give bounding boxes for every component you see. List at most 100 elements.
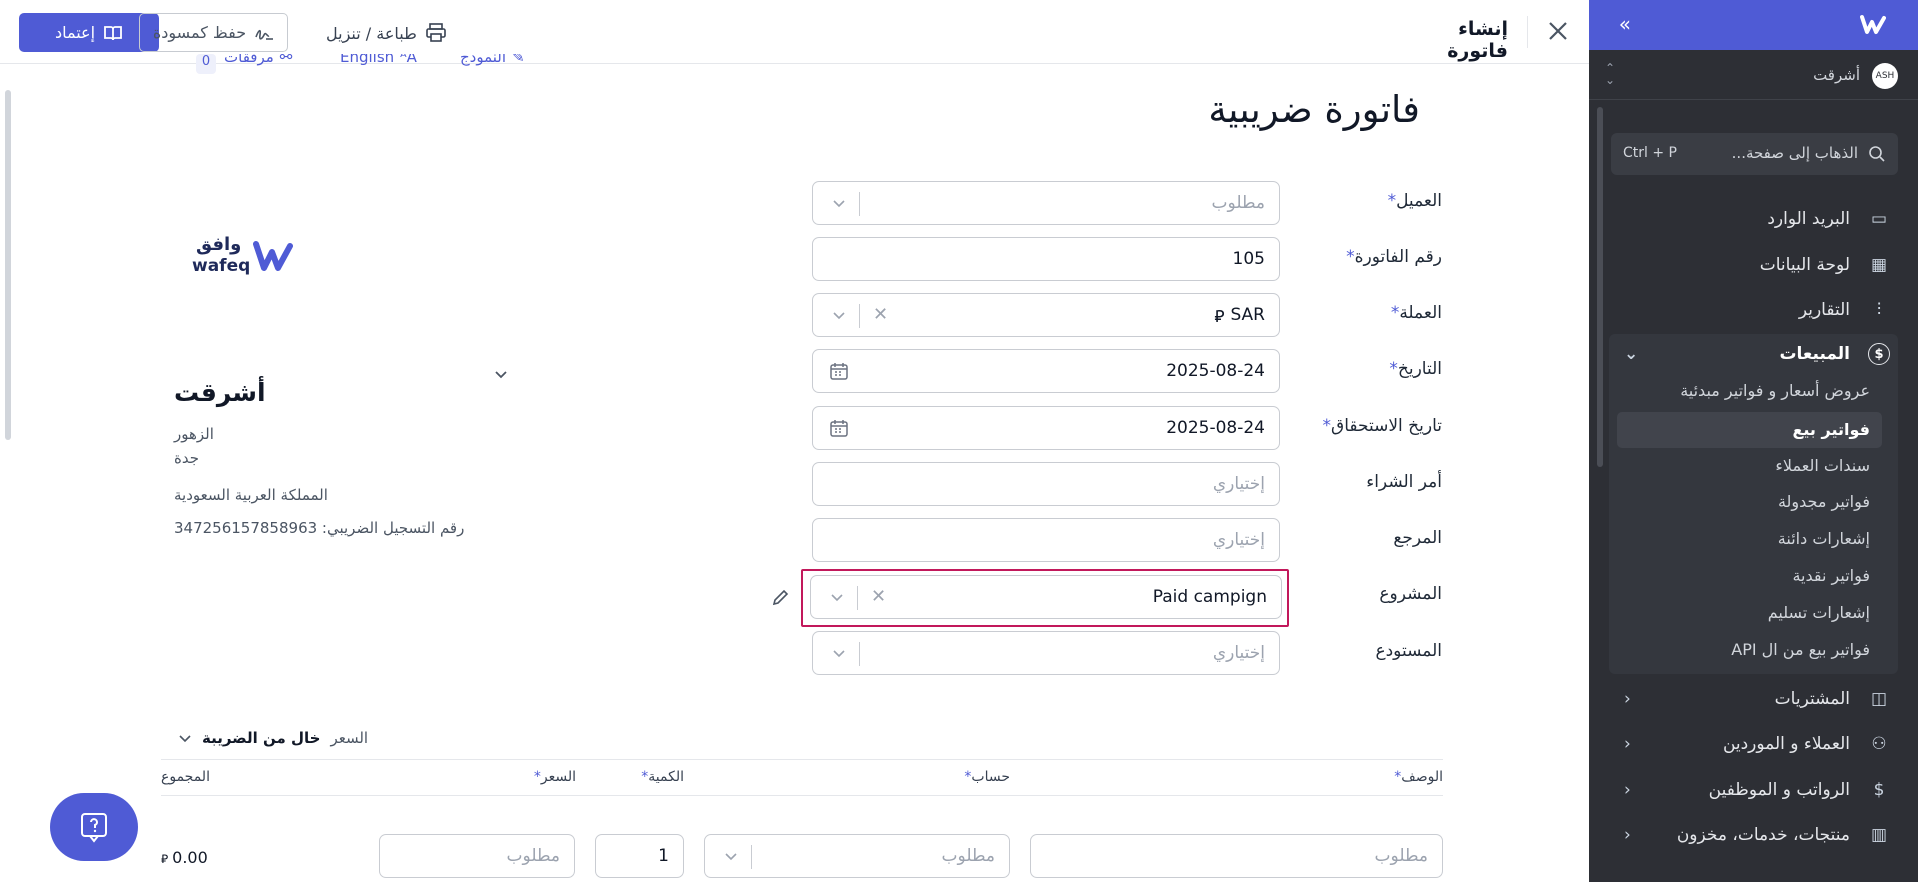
line-total: ⃁ 0.00 — [161, 848, 208, 867]
riyal-icon: ⃁ — [161, 852, 169, 866]
title-divider — [1527, 16, 1528, 48]
company-address-line2: جدة — [174, 449, 200, 467]
chevron-down-icon — [179, 735, 191, 743]
invoice-number-input[interactable]: 105 — [812, 237, 1280, 281]
paperclip-icon: ⚯ — [279, 54, 293, 66]
sidebar-item-label: المشتريات — [1774, 689, 1850, 709]
po-placeholder: إختياري — [1212, 474, 1265, 494]
invoice-number-label: رقم الفاتورة* — [1346, 247, 1442, 267]
po-input[interactable]: إختياري — [812, 462, 1280, 506]
sidebar-item-reports[interactable]: ⫶ التقارير — [1620, 290, 1890, 330]
invoice-number-label-text: رقم الفاتورة — [1354, 247, 1442, 267]
attachments-count: 0 — [196, 54, 216, 74]
logo-text-ar: وافق — [196, 234, 242, 255]
sidebar-item-label: التقارير — [1798, 300, 1850, 320]
signature-icon — [255, 29, 274, 40]
dashboard-icon: ▦ — [1870, 255, 1888, 275]
sidebar-subitem-sales-invoices[interactable]: فواتير بيع — [1792, 414, 1870, 446]
reference-label: المرجع — [1393, 528, 1442, 548]
payroll-icon: $ — [1873, 780, 1885, 800]
save-draft-button[interactable]: حفظ كمسودة — [139, 13, 288, 52]
approve-label: إعتماد — [54, 23, 96, 42]
chevron-left-icon: ‹ — [1624, 734, 1631, 754]
sidebar-item-purchases[interactable]: ◫ المشتريات ‹ — [1620, 679, 1890, 719]
reference-placeholder: إختياري — [1212, 530, 1265, 550]
quantity-header-text: الكمية — [648, 769, 684, 785]
clear-icon[interactable]: ✕ — [873, 304, 888, 325]
sidebar-item-label: لوحة البيانات — [1759, 255, 1850, 275]
chevron-down-icon — [831, 594, 843, 602]
due-date-input[interactable]: 2025-08-24 — [812, 406, 1280, 450]
currency-select[interactable]: SAR ⃁ ✕ — [812, 293, 1280, 337]
due-date-label-text: تاريخ الاستحقاق — [1331, 416, 1442, 436]
company-name: أشرقت — [174, 378, 266, 407]
scrollbar[interactable] — [1597, 107, 1603, 467]
date-input[interactable]: 2025-08-24 — [812, 349, 1280, 393]
table-header-divider — [161, 795, 1443, 796]
pencil-icon[interactable] — [770, 588, 790, 608]
select-separator — [859, 304, 860, 328]
price-tax-toggle[interactable]: السعر خال من الضريبة — [178, 729, 368, 747]
scrollbar[interactable] — [5, 90, 11, 440]
print-download-button[interactable]: طباعة / تنزيل — [326, 20, 447, 46]
col-header-description: الوصف* — [1394, 769, 1443, 785]
sidebar-item-dashboard[interactable]: ▦ لوحة البيانات — [1620, 245, 1890, 285]
wafeq-logo-icon — [1860, 15, 1886, 34]
sidebar-subitem-customer-receipts[interactable]: سندات العملاء — [1775, 450, 1870, 482]
search-box[interactable]: الذهاب إلى صفحة... Ctrl + P — [1611, 133, 1898, 175]
sidebar-item-label: الرواتب و الموظفين — [1708, 780, 1850, 800]
approve-button[interactable]: إعتماد — [19, 13, 159, 52]
page-title: إنشاء فاتورة — [1447, 18, 1508, 62]
sidebar-subitem-delivery-notes[interactable]: إشعارات تسليم — [1768, 597, 1870, 629]
warehouse-label: المستودع — [1375, 641, 1442, 661]
chart-icon: ⫶ — [1876, 300, 1882, 320]
document-title: فاتورة ضريبية — [1208, 88, 1420, 131]
clear-icon[interactable]: ✕ — [871, 586, 886, 607]
company-collapse-chevron-icon[interactable] — [492, 365, 510, 383]
chevron-left-icon: ‹ — [1624, 780, 1631, 800]
sidebar-item-contacts[interactable]: ⚇ العملاء و الموردين ‹ — [1620, 724, 1890, 764]
line-total-value: 0.00 — [172, 848, 208, 867]
sidebar-header: » — [1589, 0, 1918, 50]
sidebar: » ASH أشرقت ⌃ ⌄ الذهاب إلى صفحة... Ctrl +… — [1589, 0, 1918, 882]
description-placeholder: مطلوب — [1374, 846, 1428, 866]
collapse-sidebar-icon[interactable]: » — [1607, 12, 1631, 36]
reference-input[interactable]: إختياري — [812, 518, 1280, 562]
calendar-icon[interactable] — [829, 361, 849, 381]
company-address-line1: الزهور — [174, 425, 214, 443]
quantity-value: 1 — [658, 846, 669, 866]
attachments-link[interactable]: مرفقات ⚯ — [224, 54, 292, 66]
language-link[interactable]: English ᴬA — [340, 54, 417, 66]
customer-select[interactable]: مطلوب — [812, 181, 1280, 225]
line-account-select[interactable]: مطلوب — [704, 834, 1010, 878]
template-link[interactable]: النموذج ✎ — [460, 54, 525, 66]
bag-icon: ◫ — [1870, 689, 1888, 709]
users-icon: ⚇ — [1871, 734, 1887, 754]
project-select[interactable]: Paid campign ✕ — [810, 575, 1282, 619]
sidebar-item-inbox[interactable]: ▭ البريد الوارد — [1620, 199, 1890, 239]
col-header-price: السعر* — [533, 769, 576, 785]
help-button[interactable] — [50, 793, 138, 861]
sidebar-subitem-api-invoices[interactable]: فواتير بيع من ال API — [1731, 634, 1870, 666]
chevron-left-icon: ‹ — [1624, 825, 1631, 845]
sidebar-item-products[interactable]: ▥ منتجات، خدمات، مخزون ‹ — [1620, 815, 1890, 855]
sidebar-item-payroll[interactable]: $ الرواتب و الموظفين ‹ — [1620, 770, 1890, 810]
col-header-quantity: الكمية* — [641, 769, 684, 785]
close-icon[interactable] — [1544, 17, 1572, 45]
sidebar-subitem-scheduled-invoices[interactable]: فواتير مجدولة — [1778, 486, 1870, 518]
currency-value: SAR ⃁ — [1214, 305, 1265, 327]
calendar-icon[interactable] — [829, 418, 849, 438]
line-description-input[interactable]: مطلوب — [1030, 834, 1443, 878]
riyal-icon: ⃁ — [1214, 307, 1225, 327]
customer-placeholder: مطلوب — [1211, 193, 1265, 213]
company-switcher[interactable]: ASH أشرقت ⌃ ⌄ — [1589, 52, 1918, 100]
sidebar-subitem-quotes[interactable]: عروض أسعار و فواتير مبدئية — [1680, 375, 1870, 407]
line-price-input[interactable]: مطلوب — [379, 834, 575, 878]
print-label: طباعة / تنزيل — [326, 23, 417, 43]
sidebar-item-sales[interactable]: $ المبيعات ⌄ — [1620, 334, 1890, 374]
sidebar-subitem-credit-notes[interactable]: إشعارات دائنة — [1778, 523, 1870, 555]
sidebar-subitem-cash-invoices[interactable]: فواتير نقدية — [1792, 560, 1870, 592]
line-quantity-input[interactable]: 1 — [595, 834, 684, 878]
warehouse-select[interactable]: إختياري — [812, 631, 1280, 675]
select-separator — [859, 642, 860, 666]
